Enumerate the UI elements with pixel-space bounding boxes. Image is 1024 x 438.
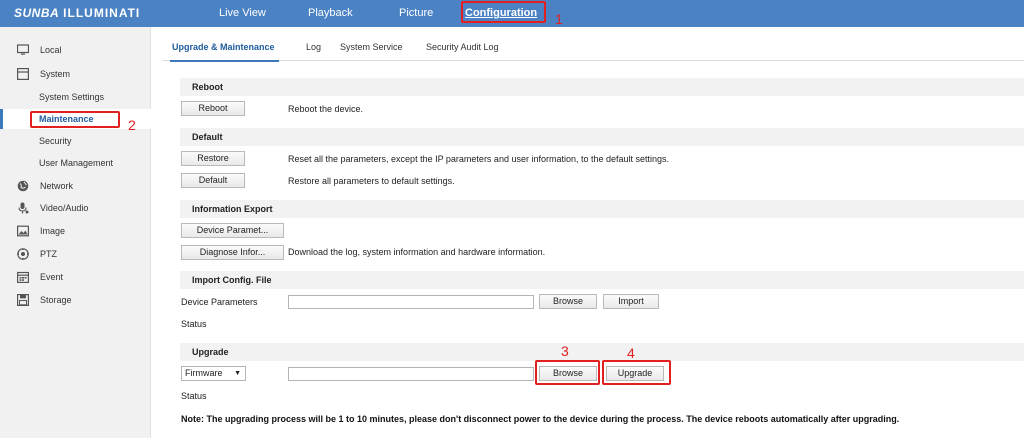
import-status-label: Status bbox=[181, 319, 207, 329]
nav-live-view[interactable]: Live View bbox=[219, 5, 266, 21]
reboot-button[interactable]: Reboot bbox=[181, 101, 245, 116]
restore-description: Reset all the parameters, except the IP … bbox=[288, 154, 670, 164]
sidebar-item-network[interactable]: Network bbox=[0, 176, 151, 196]
sidebar-item-label: Security bbox=[39, 136, 72, 146]
calendar-icon bbox=[17, 271, 29, 283]
sidebar-item-label: System bbox=[40, 69, 71, 79]
dropdown-arrow-icon: ▼ bbox=[234, 370, 241, 377]
sidebar-item-label: Event bbox=[40, 272, 64, 282]
sidebar-item-event[interactable]: Event bbox=[0, 267, 151, 287]
device-parameters-label: Device Parameters bbox=[181, 297, 258, 307]
reboot-description: Reboot the device. bbox=[288, 104, 364, 114]
sidebar-item-label: Local bbox=[40, 45, 62, 55]
sidebar-item-label: PTZ bbox=[40, 249, 57, 259]
reboot-section-title: Reboot bbox=[180, 78, 1024, 96]
nav-picture[interactable]: Picture bbox=[399, 5, 433, 21]
import-browse-button[interactable]: Browse bbox=[539, 294, 597, 309]
diagnose-description: Download the log, system information and… bbox=[288, 247, 546, 257]
sidebar-item-label: Storage bbox=[40, 295, 72, 305]
default-description: Restore all parameters to default settin… bbox=[288, 176, 455, 186]
tab-log[interactable]: Log bbox=[306, 27, 321, 61]
sidebar-item-label: Network bbox=[40, 181, 74, 191]
sidebar-item-label: Image bbox=[40, 226, 66, 236]
disk-icon bbox=[17, 294, 29, 306]
globe-icon bbox=[17, 180, 29, 192]
sidebar-item-security[interactable]: Security bbox=[0, 131, 151, 151]
export-section-title: Information Export bbox=[180, 200, 1024, 218]
microphone-icon bbox=[17, 202, 29, 214]
sidebar-item-system-settings[interactable]: System Settings bbox=[0, 87, 151, 107]
diagnose-info-export-button[interactable]: Diagnose Infor... bbox=[181, 245, 284, 260]
sidebar: Local System System Settings Maintenance… bbox=[0, 27, 151, 438]
monitor-icon bbox=[17, 44, 29, 56]
restore-button[interactable]: Restore bbox=[181, 151, 245, 166]
nav-configuration[interactable]: Configuration bbox=[465, 5, 537, 21]
device-parameters-export-button[interactable]: Device Paramet... bbox=[181, 223, 284, 238]
annotation-number-3: 3 bbox=[561, 343, 569, 359]
sub-tabs: Upgrade & Maintenance Log System Service… bbox=[162, 27, 1024, 62]
tab-security-audit-log[interactable]: Security Audit Log bbox=[426, 27, 499, 61]
sidebar-item-user-management[interactable]: User Management bbox=[0, 153, 151, 173]
image-icon bbox=[17, 225, 29, 237]
upgrade-section-title: Upgrade bbox=[180, 343, 1024, 361]
sidebar-item-local[interactable]: Local bbox=[0, 40, 151, 60]
system-icon bbox=[17, 68, 29, 80]
import-section-title: Import Config. File bbox=[180, 271, 1024, 289]
top-bar: SUNBA ILLUMINATI Live View Playback Pictu… bbox=[0, 0, 1024, 27]
sidebar-item-label: Maintenance bbox=[39, 114, 94, 124]
upgrade-type-value: Firmware bbox=[185, 368, 223, 378]
logo-product: ILLUMINATI bbox=[63, 6, 141, 20]
upgrade-file-path-input[interactable] bbox=[288, 367, 534, 381]
logo: SUNBA ILLUMINATI bbox=[14, 5, 140, 21]
logo-brand: SUNBA bbox=[14, 6, 60, 20]
annotation-number-2: 2 bbox=[128, 117, 136, 133]
default-section-title: Default bbox=[180, 128, 1024, 146]
sidebar-item-label: System Settings bbox=[39, 92, 105, 102]
upgrade-browse-button[interactable]: Browse bbox=[539, 366, 597, 381]
upgrade-note: Note: The upgrading process will be 1 to… bbox=[181, 414, 900, 424]
sidebar-item-video-audio[interactable]: Video/Audio bbox=[0, 198, 151, 218]
tab-system-service[interactable]: System Service bbox=[340, 27, 403, 61]
upgrade-button[interactable]: Upgrade bbox=[606, 366, 664, 381]
upgrade-status-label: Status bbox=[181, 391, 207, 401]
default-button[interactable]: Default bbox=[181, 173, 245, 188]
sidebar-item-image[interactable]: Image bbox=[0, 221, 151, 241]
annotation-number-1: 1 bbox=[555, 11, 563, 27]
import-button[interactable]: Import bbox=[603, 294, 659, 309]
sidebar-item-label: User Management bbox=[39, 158, 114, 168]
upgrade-type-select[interactable]: Firmware ▼ bbox=[181, 366, 246, 381]
sidebar-item-ptz[interactable]: PTZ bbox=[0, 244, 151, 264]
sidebar-item-label: Video/Audio bbox=[40, 203, 89, 213]
sidebar-item-storage[interactable]: Storage bbox=[0, 290, 151, 310]
import-file-path-input[interactable] bbox=[288, 295, 534, 309]
tab-upgrade-maintenance[interactable]: Upgrade & Maintenance bbox=[170, 27, 279, 62]
annotation-number-4: 4 bbox=[627, 345, 635, 361]
nav-playback[interactable]: Playback bbox=[308, 5, 353, 21]
ptz-icon bbox=[17, 248, 29, 260]
sidebar-item-system[interactable]: System bbox=[0, 64, 151, 84]
